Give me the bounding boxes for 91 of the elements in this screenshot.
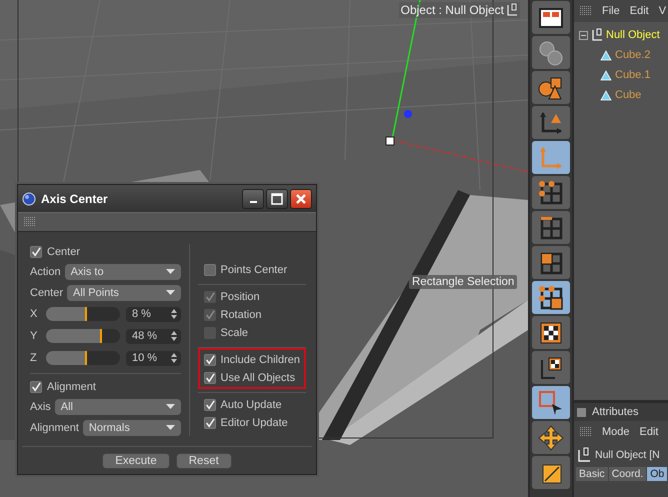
move-icon xyxy=(537,424,565,452)
menu-item[interactable]: Mode xyxy=(602,426,630,438)
tool-button[interactable] xyxy=(532,456,570,489)
tree-item[interactable]: Cube.1 xyxy=(574,65,668,85)
checkbox-label: Scale xyxy=(220,326,248,338)
field-label: Y xyxy=(30,330,38,342)
tab[interactable]: Basic xyxy=(576,467,608,481)
tool-button[interactable] xyxy=(532,106,570,139)
null-object-icon xyxy=(506,3,518,17)
checkbox[interactable] xyxy=(204,264,216,276)
slider[interactable] xyxy=(46,351,120,365)
points-icon xyxy=(537,178,565,206)
menu-item[interactable]: V xyxy=(658,5,666,17)
tab[interactable]: Coord. xyxy=(608,467,646,481)
tree-item[interactable]: Cube.2 xyxy=(574,45,668,65)
tree-item[interactable]: Cube xyxy=(574,85,668,105)
tool-button[interactable] xyxy=(532,316,570,349)
checkbox-label: Points Center xyxy=(220,264,288,276)
field-label: Z xyxy=(30,352,38,364)
field-label: Center xyxy=(30,286,64,298)
menu-item[interactable]: File xyxy=(602,5,620,17)
number-field[interactable]: 48 % xyxy=(126,328,180,344)
tool-button[interactable] xyxy=(532,386,570,419)
field-label: Action xyxy=(30,266,61,278)
dropdown[interactable]: Axis to xyxy=(64,264,180,280)
checkbox[interactable] xyxy=(30,380,42,392)
grip-icon[interactable] xyxy=(580,427,592,437)
number-field[interactable]: 8 % xyxy=(126,306,180,322)
dropdown[interactable]: Normals xyxy=(82,420,180,436)
field-label: Alignment xyxy=(30,422,79,434)
field-label: X xyxy=(30,308,38,320)
tree-item[interactable]: Null Object xyxy=(574,25,668,45)
menu-item[interactable]: Edit xyxy=(640,426,658,438)
checkbox[interactable] xyxy=(30,246,42,258)
spinner-icon[interactable] xyxy=(170,353,176,363)
maximize-icon xyxy=(271,192,283,204)
spinner-icon[interactable] xyxy=(170,309,176,319)
null-object-icon xyxy=(577,447,591,463)
tool-button[interactable] xyxy=(532,351,570,384)
minimize-icon xyxy=(250,201,256,203)
spinner-icon[interactable] xyxy=(170,331,176,341)
null-object-icon xyxy=(591,28,603,42)
caret-icon xyxy=(166,404,174,409)
checkbox[interactable] xyxy=(204,354,216,366)
tool-button[interactable] xyxy=(532,176,570,209)
close-button[interactable] xyxy=(290,188,312,208)
dialog-title: Axis Center xyxy=(41,192,109,206)
tab[interactable]: Ob xyxy=(647,467,668,481)
panel-icon xyxy=(577,408,586,416)
caret-icon xyxy=(166,425,174,430)
panel-title: Attributes xyxy=(592,406,638,418)
checkbox[interactable] xyxy=(204,416,216,428)
tooltip: Rectangle Selection xyxy=(409,275,518,289)
checkbox-label: Center xyxy=(47,246,80,258)
tool-button[interactable] xyxy=(532,421,570,454)
menu-item[interactable]: Edit xyxy=(630,5,649,17)
collapse-icon[interactable] xyxy=(579,30,588,40)
polygon-select-icon xyxy=(537,284,565,312)
tool-button[interactable] xyxy=(532,211,570,244)
checkbox-label: Editor Update xyxy=(220,416,288,428)
checkbox-label: Include Children xyxy=(220,354,300,366)
tool-button[interactable] xyxy=(532,1,570,34)
tool-button[interactable] xyxy=(532,246,570,279)
caret-icon xyxy=(166,290,174,295)
tool-button[interactable] xyxy=(532,71,570,104)
checkbox-label: Auto Update xyxy=(220,398,282,410)
object-name: Null Object [N xyxy=(595,449,660,461)
maximize-button[interactable] xyxy=(266,188,288,208)
checkbox-label: Rotation xyxy=(220,308,262,320)
slider[interactable] xyxy=(46,307,120,321)
checkbox[interactable] xyxy=(204,398,216,410)
slider[interactable] xyxy=(46,329,120,343)
caret-icon xyxy=(166,269,174,274)
dropdown[interactable]: All Points xyxy=(67,284,180,300)
checkbox-label: Alignment xyxy=(47,380,96,392)
checkbox[interactable] xyxy=(204,372,216,384)
checkbox-label: Use All Objects xyxy=(220,372,296,384)
dialog-button[interactable]: Execute xyxy=(102,453,170,469)
minimize-button[interactable] xyxy=(242,188,264,208)
tool-button[interactable] xyxy=(532,281,570,314)
dropdown[interactable]: All xyxy=(54,398,180,414)
dialog-button[interactable]: Reset xyxy=(176,453,232,469)
close-icon xyxy=(295,192,307,204)
viewport-object-label: Object : Null Object xyxy=(400,3,504,17)
sphere-icon xyxy=(537,38,565,66)
app-logo-icon xyxy=(22,192,36,206)
grip-icon[interactable] xyxy=(580,6,592,16)
number-field[interactable]: 10 % xyxy=(126,350,180,366)
grip-icon[interactable] xyxy=(24,217,36,227)
checkbox-label: Position xyxy=(220,290,260,302)
field-label: Axis xyxy=(30,400,51,412)
